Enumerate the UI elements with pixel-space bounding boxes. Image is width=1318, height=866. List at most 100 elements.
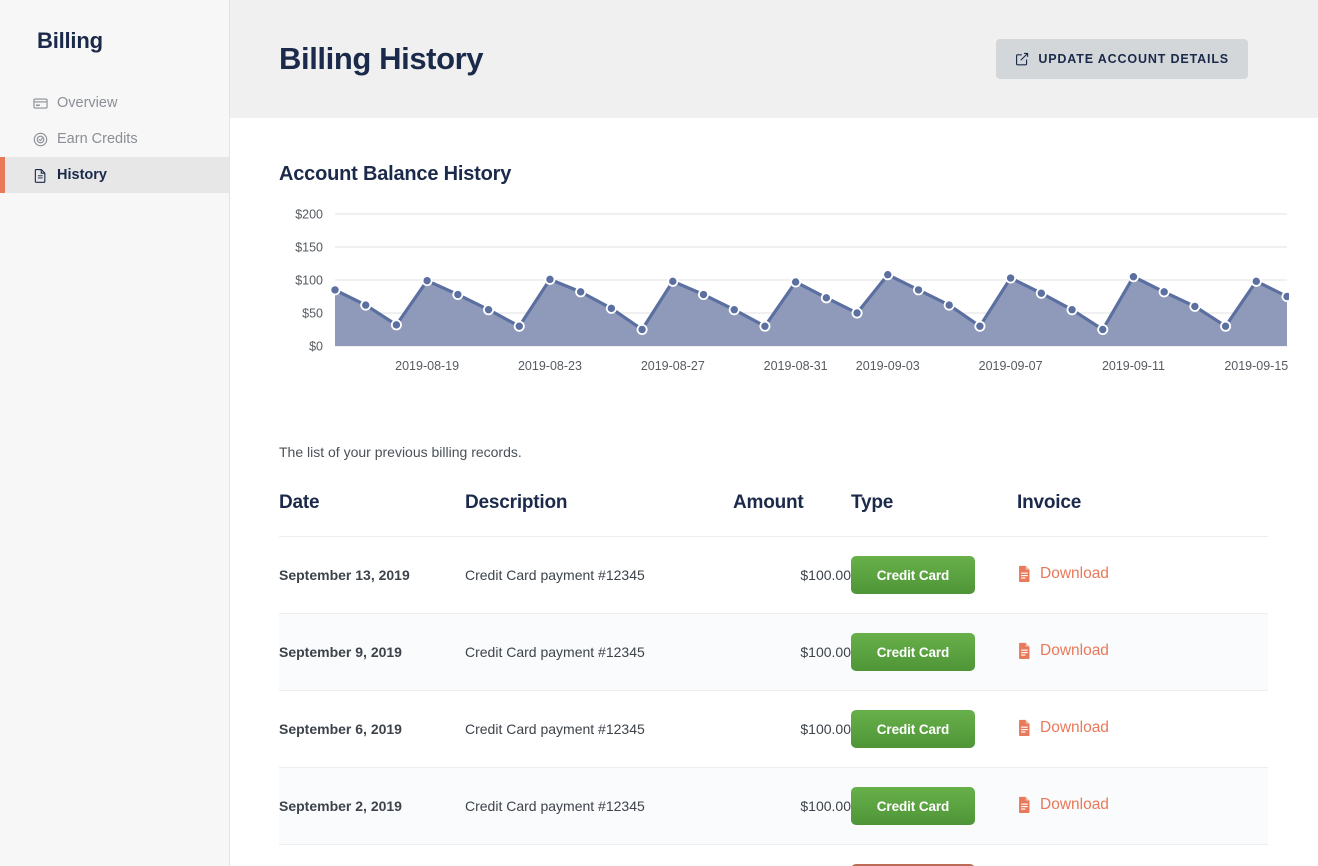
chart-data-point[interactable] [1035, 287, 1047, 299]
cell-invoice: Download [1017, 768, 1268, 845]
sidebar-nav: Overview Earn Credits History [0, 85, 229, 193]
column-header-invoice: Invoice [1017, 492, 1082, 513]
x-axis-tick-label: 2019-08-19 [395, 359, 459, 373]
chart-data-point[interactable] [329, 284, 341, 296]
x-axis-tick-label: 2019-08-23 [518, 359, 582, 373]
badge-check-icon [33, 132, 48, 147]
cell-date: September 2, 2019 [279, 798, 402, 814]
chart-data-point[interactable] [421, 275, 433, 287]
table-header-row: Date Description Amount Type Invoice [279, 492, 1268, 537]
type-badge[interactable]: Credit Card [851, 710, 975, 748]
chart-data-point[interactable] [605, 302, 617, 314]
chart-data-point[interactable] [483, 304, 495, 316]
chart-data-point[interactable] [636, 324, 648, 336]
chart-data-point[interactable] [698, 289, 710, 301]
cell-type: Credit Card [851, 691, 1017, 768]
cell-amount: $100.00 [800, 644, 851, 660]
cell-invoice: Download [1017, 537, 1268, 614]
chart-data-point[interactable] [912, 284, 924, 296]
chart-data-point[interactable] [820, 292, 832, 304]
download-invoice-link[interactable]: Download [1017, 796, 1109, 814]
table-row: September 9, 2019 Credit Card payment #12… [279, 613, 1268, 691]
file-download-icon [1017, 642, 1032, 660]
chart-data-point[interactable] [759, 320, 771, 332]
sidebar-item-label: Earn Credits [57, 131, 138, 147]
chart-data-point[interactable] [575, 286, 587, 298]
download-label: Download [1040, 718, 1109, 736]
cell-invoice: Download [1017, 614, 1268, 691]
column-header-amount: Amount [733, 492, 804, 513]
table-row: September 2, 2019 Credit Card payment #12… [279, 767, 1268, 845]
cell-amount: $819.50 [733, 845, 851, 866]
y-axis-tick-label: $0 [309, 340, 323, 354]
download-invoice-link[interactable]: Download [1017, 565, 1109, 583]
chart-data-point[interactable] [360, 299, 372, 311]
file-download-icon [1017, 719, 1032, 737]
cell-invoice: Download [1017, 691, 1268, 768]
chart-data-point[interactable] [1281, 291, 1289, 302]
cell-description: Credit Card payment #12345 [465, 721, 645, 737]
account-balance-chart: $0 $50 $100 $150 $200 2019-08-19 2019-08-23 201… [279, 202, 1289, 382]
x-axis-tick-label: 2019-08-27 [641, 359, 705, 373]
column-header-date: Date [279, 492, 320, 513]
chart-data-point[interactable] [1097, 324, 1109, 336]
cell-amount: $100.00 [800, 721, 851, 737]
cell-date: September 6, 2019 [279, 721, 402, 737]
table-body: September 13, 2019 Credit Card payment #1… [279, 536, 1268, 866]
table-header: Date Description Amount Type Invoice [279, 492, 1268, 537]
cell-description: Credit Card payment #12345 [465, 644, 645, 660]
download-label: Download [1040, 641, 1109, 659]
update-account-details-button[interactable]: UPDATE ACCOUNT DETAILS [996, 39, 1248, 79]
chart-data-point[interactable] [943, 299, 955, 311]
sidebar-title: Billing [37, 28, 103, 53]
page-header: Billing History UPDATE ACCOUNT DETAILS [230, 0, 1318, 118]
x-axis-tick-label: 2019-09-03 [856, 359, 920, 373]
download-invoice-link[interactable]: Download [1017, 719, 1109, 737]
cell-invoice: Download Summary [1017, 845, 1268, 866]
sidebar-item-history[interactable]: History [0, 157, 229, 193]
cell-type: Credit Card [851, 768, 1017, 845]
chart-data-point[interactable] [790, 276, 802, 288]
chart-data-point[interactable] [544, 273, 556, 285]
chart-area-fill [335, 274, 1287, 346]
chart-data-point[interactable] [974, 320, 986, 332]
chart-data-point[interactable] [1005, 272, 1017, 284]
chart-data-point[interactable] [513, 320, 525, 332]
download-invoice-link[interactable]: Download [1017, 642, 1109, 660]
cell-date: September 13, 2019 [279, 567, 410, 583]
y-axis-tick-label: $50 [302, 307, 323, 321]
file-download-icon [1017, 565, 1032, 583]
cell-date: September 1, 2019 [279, 845, 465, 866]
page-title: Billing History [279, 41, 484, 76]
cell-amount: $100.00 [800, 798, 851, 814]
chart-data-point[interactable] [1066, 304, 1078, 316]
chart-data-point[interactable] [882, 269, 894, 281]
chart-data-point[interactable] [1250, 275, 1262, 287]
sidebar-item-earn-credits[interactable]: Earn Credits [0, 121, 229, 157]
type-badge[interactable]: Credit Card [851, 633, 975, 671]
cell-amount: $100.00 [800, 567, 851, 583]
chart-data-point[interactable] [390, 319, 402, 331]
download-label: Download [1040, 564, 1109, 582]
sidebar-item-overview[interactable]: Overview [0, 85, 229, 121]
table-caption: The list of your previous billing record… [279, 444, 522, 460]
chart-data-point[interactable] [728, 304, 740, 316]
type-badge[interactable]: Credit Card [851, 556, 975, 594]
type-badge[interactable]: Credit Card [851, 787, 975, 825]
x-axis-tick-label: 2019-09-15 [1224, 359, 1288, 373]
chart-data-point[interactable] [1220, 320, 1232, 332]
chart-data-point[interactable] [851, 307, 863, 319]
cell-description: Monthly usage for August 2019 [465, 845, 733, 866]
cell-type: Credit Card [851, 614, 1017, 691]
sidebar-item-label: History [57, 167, 107, 183]
chart-data-point[interactable] [1127, 271, 1139, 283]
cell-description: Credit Card payment #12345 [465, 798, 645, 814]
balance-chart-svg: $0 $50 $100 $150 $200 2019-08-19 2019-08-23 201… [295, 208, 1289, 373]
update-account-details-label: UPDATE ACCOUNT DETAILS [1038, 52, 1229, 66]
chart-data-point[interactable] [1158, 286, 1170, 298]
content-area: Account Balance History $0 $50 $100 $150 $20… [230, 163, 1318, 866]
chart-data-point[interactable] [667, 275, 679, 287]
chart-data-point[interactable] [1189, 300, 1201, 312]
column-header-type: Type [851, 492, 894, 513]
chart-data-point[interactable] [452, 289, 464, 301]
